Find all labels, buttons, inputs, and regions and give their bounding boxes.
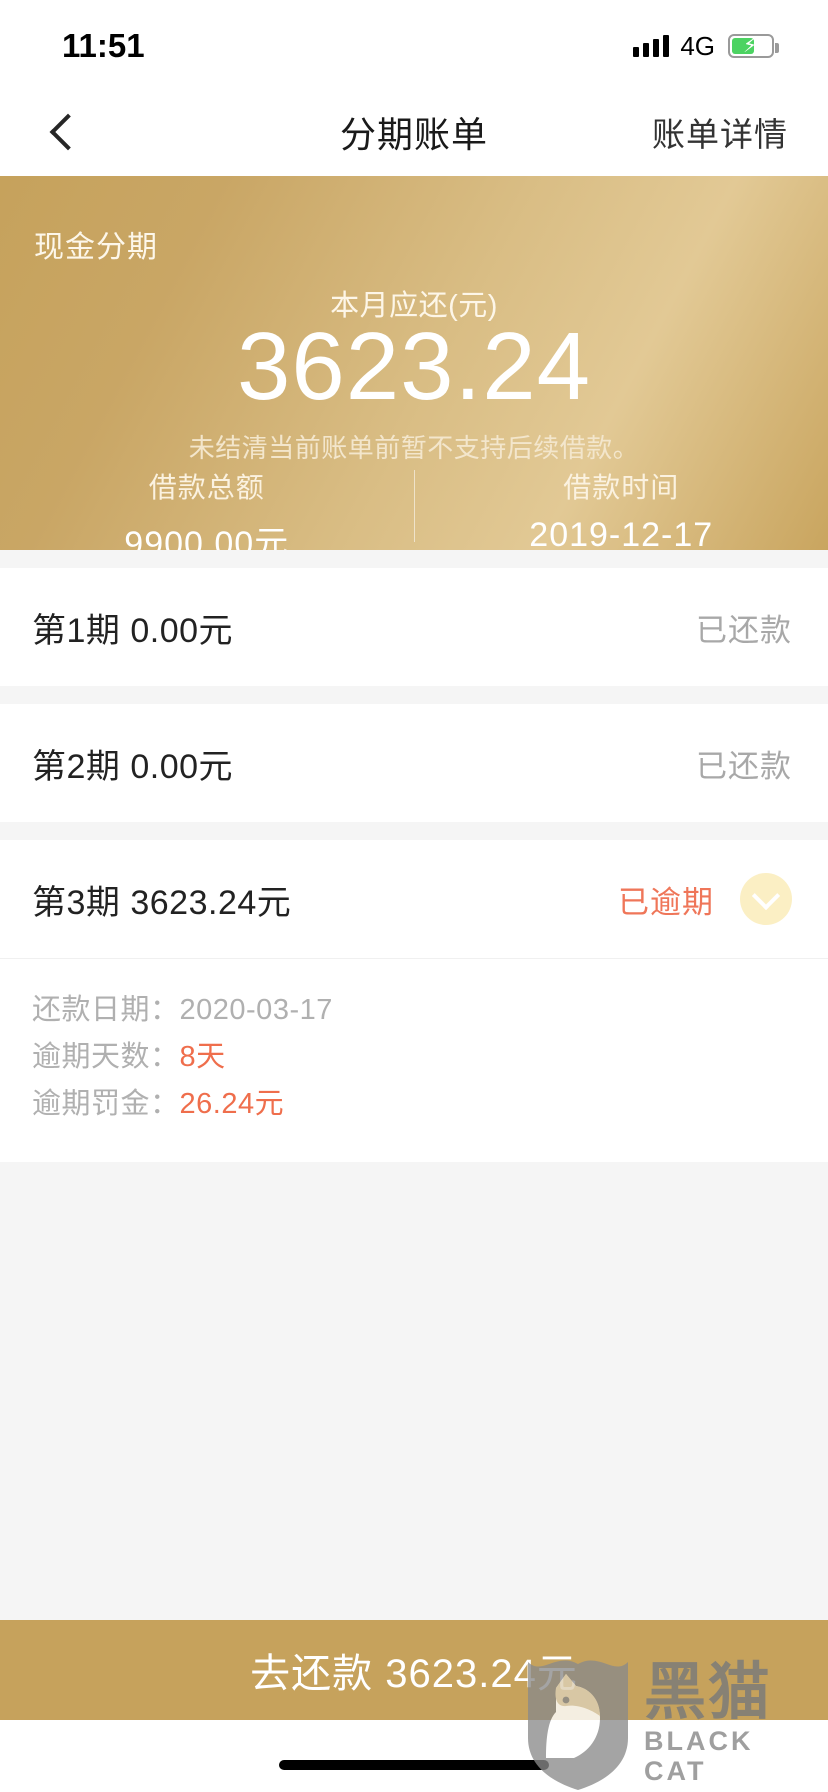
detail-overdue-days: 逾期天数：8天 (32, 1034, 796, 1081)
summary-card: 现金分期 本月应还(元) 3623.24 未结清当前账单前暂不支持后续借款。 借… (0, 176, 828, 563)
installment-row-3[interactable]: 第3期 3623.24元 已逾期 (0, 840, 828, 958)
signal-bars-icon (633, 35, 670, 57)
nav-bar: 分期账单 账单详情 (0, 88, 828, 176)
network-type-label: 4G (680, 30, 715, 61)
detail-repay-date: 还款日期：2020-03-17 (32, 987, 796, 1034)
stat-loan-date-label: 借款时间 (563, 472, 680, 503)
list-gap (0, 550, 828, 568)
detail-repay-date-label: 还款日期： (32, 994, 180, 1026)
repay-button[interactable]: 去还款 3623.24元 (0, 1620, 828, 1720)
installment-title: 第2期 0.00元 (32, 747, 234, 786)
stat-total-loan-label: 借款总额 (148, 472, 265, 503)
installment-row-right: 已逾期 (618, 873, 792, 925)
installment-row-1[interactable]: 第1期 0.00元 已还款 (0, 568, 828, 686)
phone-screen: 11:51 4G ⚡ 分期账单 账单详情 现金分期 本月应还(元) 3623.2… (0, 0, 828, 1792)
status-badge: 已还款 (696, 612, 792, 648)
product-tag: 现金分期 (34, 231, 158, 264)
status-indicators: 4G ⚡ (633, 30, 779, 62)
expand-toggle-button[interactable] (740, 873, 792, 925)
status-badge-overdue: 已逾期 (618, 884, 714, 920)
stat-total-loan: 借款总额 9900.00元 (0, 466, 414, 563)
list-gap (0, 686, 828, 704)
summary-note: 未结清当前账单前暂不支持后续借款。 (188, 433, 640, 463)
battery-charging-icon: ⚡ (728, 34, 779, 58)
list-gap (0, 822, 828, 840)
home-indicator (279, 1760, 549, 1770)
summary-stats: 借款总额 9900.00元 借款时间 2019-12-17 (0, 466, 828, 563)
chevron-down-icon (751, 881, 781, 911)
status-badge: 已还款 (696, 748, 792, 784)
status-time: 11:51 (62, 27, 145, 64)
detail-overdue-days-label: 逾期天数： (32, 1041, 180, 1073)
detail-penalty-label: 逾期罚金： (32, 1088, 180, 1120)
repay-button-label: 去还款 3623.24元 (250, 1652, 578, 1696)
installment-row-2[interactable]: 第2期 0.00元 已还款 (0, 704, 828, 822)
detail-penalty: 逾期罚金：26.24元 (32, 1081, 796, 1128)
stat-loan-date: 借款时间 2019-12-17 (415, 466, 828, 554)
bill-detail-link[interactable]: 账单详情 (652, 108, 788, 156)
detail-overdue-days-value: 8天 (179, 1041, 226, 1073)
detail-repay-date-value: 2020-03-17 (179, 994, 333, 1026)
installment-title: 第3期 3623.24元 (32, 883, 292, 922)
installment-title: 第1期 0.00元 (32, 611, 234, 650)
detail-penalty-value: 26.24元 (179, 1088, 285, 1120)
installment-list: 第1期 0.00元 已还款 第2期 0.00元 已还款 第3期 3623.24元… (0, 550, 828, 1162)
installment-row-right: 已还款 (696, 605, 792, 650)
home-indicator-area (0, 1720, 828, 1792)
due-amount-value: 3623.24 (236, 313, 591, 420)
installment-row-right: 已还款 (696, 741, 792, 786)
status-bar: 11:51 4G ⚡ (0, 0, 828, 88)
installment-detail-panel: 还款日期：2020-03-17 逾期天数：8天 逾期罚金：26.24元 (0, 958, 828, 1162)
